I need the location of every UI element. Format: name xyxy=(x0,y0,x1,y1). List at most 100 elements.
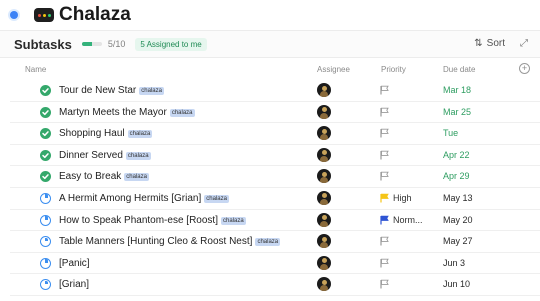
due-date[interactable]: May 13 xyxy=(443,193,473,203)
in-progress-icon[interactable] xyxy=(40,214,51,226)
subtasks-progress-text: 5/10 xyxy=(107,39,126,49)
due-date[interactable]: Apr 22 xyxy=(443,150,470,160)
plus-circle-icon[interactable]: + xyxy=(519,63,530,74)
task-name[interactable]: How to Speak Phantom-ese [Roost] chalaza xyxy=(59,215,246,226)
task-name[interactable]: Tour de New Star chalaza xyxy=(59,85,164,96)
check-circle-icon[interactable] xyxy=(40,85,51,96)
column-due-date[interactable]: Due date xyxy=(443,65,475,74)
task-tag[interactable]: chalaza xyxy=(255,238,281,247)
in-progress-icon[interactable] xyxy=(40,279,51,291)
assigned-to-me-filter[interactable]: 5 Assigned to me xyxy=(135,37,207,51)
avatar[interactable] xyxy=(317,277,331,292)
task-tag[interactable]: chalaza xyxy=(169,108,195,117)
flag-high-icon xyxy=(380,193,389,203)
table-row[interactable]: [Grian] Jun 10 xyxy=(10,274,540,296)
task-status-dot[interactable] xyxy=(10,11,18,19)
task-name[interactable]: [Grian] xyxy=(59,279,89,290)
priority-cell[interactable] xyxy=(380,236,389,246)
due-date[interactable]: Mar 25 xyxy=(443,107,471,117)
priority-cell[interactable] xyxy=(380,85,389,95)
due-date[interactable]: Jun 10 xyxy=(443,279,470,289)
flag-empty-icon xyxy=(380,279,389,289)
check-circle-icon[interactable] xyxy=(40,128,51,140)
task-name-text: [Grian] xyxy=(59,279,90,291)
column-priority[interactable]: Priority xyxy=(381,65,406,74)
table-row[interactable]: A Hermit Among Hermits [Grian] chalaza Hig… xyxy=(10,188,540,210)
avatar[interactable] xyxy=(317,147,331,162)
flag-empty-icon xyxy=(380,171,389,181)
priority-cell[interactable]: Norm... xyxy=(380,215,423,225)
avatar[interactable] xyxy=(317,126,331,141)
priority-label: High xyxy=(393,192,412,203)
table-row[interactable]: How to Speak Phantom-ese [Roost] chalaza N… xyxy=(10,210,540,232)
table-row[interactable]: [Panic] Jun 3 xyxy=(10,253,540,275)
task-name[interactable]: Easy to Break chalaza xyxy=(59,171,149,182)
check-circle-icon[interactable] xyxy=(40,149,51,161)
avatar[interactable] xyxy=(317,190,331,205)
priority-cell[interactable] xyxy=(380,128,389,138)
table-row[interactable]: Easy to Break chalaza Apr 29 xyxy=(10,166,540,188)
task-name[interactable]: A Hermit Among Hermits [Grian] chalaza xyxy=(59,193,229,204)
due-date[interactable]: Mar 18 xyxy=(443,85,471,95)
flag-empty-icon xyxy=(380,128,389,138)
task-tag[interactable]: chalaza xyxy=(124,173,149,182)
task-name[interactable]: [Panic] xyxy=(59,258,90,269)
flag-empty-icon xyxy=(380,107,389,117)
task-title-row: Chalaza xyxy=(10,2,131,28)
priority-cell[interactable] xyxy=(380,150,389,160)
check-circle-icon[interactable] xyxy=(40,171,51,183)
traffic-light-green xyxy=(47,13,51,17)
priority-cell[interactable]: High xyxy=(380,193,412,203)
subtasks-header: Subtasks 5/10 5 Assigned to me ⇅ Sort ⤢ xyxy=(0,30,540,58)
table-row[interactable]: Dinner Served chalaza Apr 22 xyxy=(10,145,540,167)
task-name-text: Easy to Break xyxy=(59,171,122,183)
avatar[interactable] xyxy=(317,234,331,249)
page-title[interactable]: Chalaza xyxy=(59,4,131,26)
priority-cell[interactable] xyxy=(380,107,389,117)
expand-diagonal-icon[interactable]: ⤢ xyxy=(520,38,528,49)
avatar[interactable] xyxy=(317,169,331,184)
sort-button[interactable]: ⇅ Sort xyxy=(474,38,505,49)
in-progress-icon[interactable] xyxy=(40,257,51,269)
sort-updown-icon: ⇅ xyxy=(474,38,483,49)
task-tag[interactable]: chalaza xyxy=(125,151,151,160)
subtask-list: Tour de New Star chalaza Mar 18 Martyn Meet… xyxy=(10,80,540,296)
in-progress-icon[interactable] xyxy=(40,192,51,204)
due-date[interactable]: May 20 xyxy=(443,215,473,225)
subtasks-progress-bar xyxy=(81,42,102,46)
subtasks-progress-fill xyxy=(81,42,92,46)
task-tag[interactable]: chalaza xyxy=(127,130,153,139)
task-name-text: Tour de New Star xyxy=(59,85,137,96)
table-row[interactable]: Shopping Haul chalaza Tue xyxy=(10,123,540,145)
task-name[interactable]: Table Manners [Hunting Cleo & Roost Nest… xyxy=(59,236,281,247)
task-tag[interactable]: chalaza xyxy=(139,87,164,95)
avatar[interactable] xyxy=(317,255,331,270)
due-date[interactable]: May 27 xyxy=(443,236,473,246)
priority-cell[interactable] xyxy=(380,258,389,268)
task-name-text: Martyn Meets the Mayor xyxy=(59,106,167,118)
due-date[interactable]: Jun 3 xyxy=(443,258,465,268)
due-date[interactable]: Apr 29 xyxy=(443,171,470,181)
in-progress-icon[interactable] xyxy=(40,236,51,248)
subtasks-label[interactable]: Subtasks xyxy=(14,37,72,52)
table-row[interactable]: Tour de New Star chalaza Mar 18 xyxy=(10,80,540,102)
table-row[interactable]: Martyn Meets the Mayor chalaza Mar 25 xyxy=(10,102,540,124)
task-tag[interactable]: chalaza xyxy=(220,216,246,225)
avatar[interactable] xyxy=(317,212,331,227)
flag-normal-icon xyxy=(380,215,389,225)
traffic-light-icon xyxy=(34,8,54,22)
priority-cell[interactable] xyxy=(380,279,389,289)
column-name[interactable]: Name xyxy=(25,65,46,74)
task-name[interactable]: Shopping Haul chalaza xyxy=(59,128,153,139)
task-tag[interactable]: chalaza xyxy=(204,194,229,203)
column-assignee[interactable]: Assignee xyxy=(317,65,350,74)
priority-cell[interactable] xyxy=(380,171,389,181)
task-name[interactable]: Dinner Served chalaza xyxy=(59,150,151,161)
task-name[interactable]: Martyn Meets the Mayor chalaza xyxy=(59,107,195,118)
table-row[interactable]: Table Manners [Hunting Cleo & Roost Nest… xyxy=(10,231,540,253)
priority-label: Norm... xyxy=(393,214,423,225)
check-circle-icon[interactable] xyxy=(40,106,51,118)
due-date[interactable]: Tue xyxy=(443,128,458,138)
avatar[interactable] xyxy=(317,104,331,119)
avatar[interactable] xyxy=(317,83,331,97)
